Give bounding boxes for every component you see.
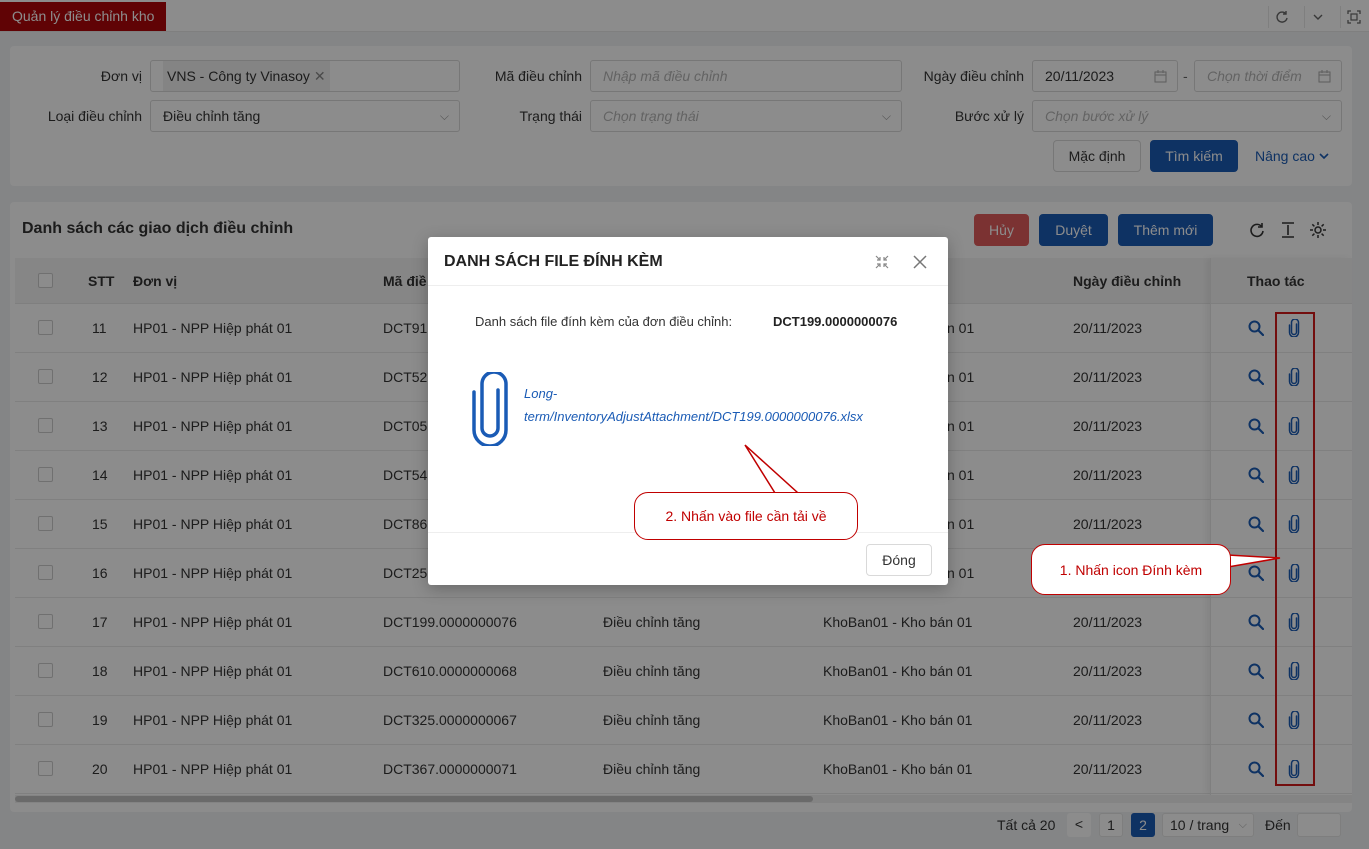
close-modal-button[interactable]: Đóng bbox=[866, 544, 932, 576]
file-link-line1: Long- bbox=[524, 386, 558, 401]
modal-order-code: DCT199.0000000076 bbox=[773, 314, 898, 329]
attachment-file-link[interactable]: Long- term/InventoryAdjustAttachment/DCT… bbox=[524, 382, 904, 428]
file-link-line2: term/InventoryAdjustAttachment/DCT199.00… bbox=[524, 409, 863, 424]
expand-icon[interactable] bbox=[873, 253, 891, 271]
modal-title: DANH SÁCH FILE ĐÍNH KÈM bbox=[444, 253, 663, 270]
callout-step-1: 1. Nhấn icon Đính kèm bbox=[1031, 544, 1231, 595]
modal-header: DANH SÁCH FILE ĐÍNH KÈM bbox=[428, 237, 948, 286]
paperclip-icon bbox=[472, 370, 508, 449]
callout-step-2: 2. Nhấn vào file cần tải về bbox=[634, 492, 858, 540]
modal-description: Danh sách file đính kèm của đơn điều chỉ… bbox=[475, 314, 733, 329]
close-icon[interactable] bbox=[911, 253, 929, 271]
